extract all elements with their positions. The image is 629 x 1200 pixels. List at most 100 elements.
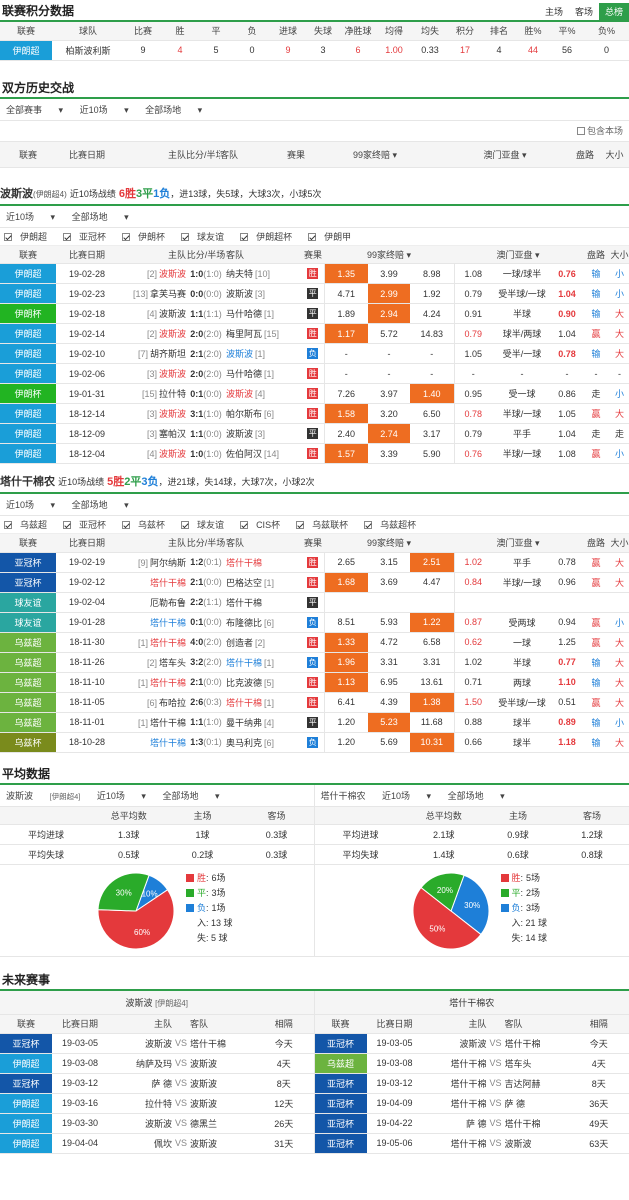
home-name[interactable]: 塔什干棉 bbox=[150, 738, 186, 748]
league-badge[interactable]: 伊朗超 bbox=[0, 343, 56, 364]
score[interactable]: 1:1(1:1) bbox=[186, 303, 226, 324]
away-team[interactable]: 马什哈德 [1] bbox=[226, 363, 302, 384]
score[interactable]: 3:2(2:0) bbox=[186, 652, 226, 673]
asia-away[interactable]: - bbox=[552, 363, 583, 384]
home-team[interactable]: 波斯波 bbox=[422, 1033, 487, 1054]
away-name[interactable]: 波斯波 bbox=[226, 389, 253, 399]
league-badge[interactable]: 乌兹超 bbox=[314, 1053, 367, 1074]
odds-value[interactable]: 6.41 bbox=[323, 692, 368, 713]
odds-value[interactable]: 11.68 bbox=[410, 712, 455, 733]
league-badge[interactable]: 伊朗超 bbox=[0, 263, 56, 284]
odds-value[interactable]: - bbox=[368, 363, 410, 384]
odds-value[interactable]: 6.58 bbox=[410, 632, 455, 653]
team1-odds-header[interactable]: 99家终赔 ▾ bbox=[324, 245, 455, 264]
home-team[interactable]: [13] 拿芙马赛 bbox=[118, 283, 186, 304]
score[interactable]: 0:1(0:0) bbox=[186, 383, 226, 404]
checkbox-mark[interactable] bbox=[181, 521, 190, 529]
odds-value[interactable]: 1.40 bbox=[410, 383, 455, 404]
odds-value[interactable]: 4.71 bbox=[323, 283, 368, 304]
odds-value[interactable]: 8.98 bbox=[410, 263, 455, 284]
asia-away[interactable]: 0.77 bbox=[552, 652, 583, 673]
league-badge[interactable]: 乌兹超 bbox=[0, 652, 56, 673]
odds-value[interactable]: 4.24 bbox=[410, 303, 455, 324]
asia-home[interactable]: 0.71 bbox=[453, 672, 493, 693]
odds-value[interactable]: 1.22 bbox=[410, 612, 455, 633]
odds-value[interactable]: 5.23 bbox=[368, 712, 410, 733]
asia-header[interactable]: 澳门亚盘 ▾ bbox=[440, 141, 570, 168]
asia-line[interactable] bbox=[492, 592, 553, 613]
home-team[interactable]: 塔什干棉 bbox=[422, 1053, 487, 1074]
asia-line[interactable]: 受半球/一球 bbox=[492, 283, 553, 304]
away-team[interactable]: 德黑兰 bbox=[190, 1113, 254, 1134]
home-team[interactable]: 萨 德 bbox=[108, 1073, 172, 1094]
asia-away[interactable]: 0.51 bbox=[552, 692, 583, 713]
score[interactable]: 1:2(0:1) bbox=[186, 552, 226, 573]
home-name[interactable]: 拉什特 bbox=[159, 389, 186, 399]
league-filter-checkbox[interactable]: 伊朗杯 bbox=[122, 232, 173, 242]
asia-line[interactable]: 受半/一球 bbox=[492, 343, 553, 364]
odds-value[interactable]: 1.20 bbox=[323, 732, 368, 753]
league-badge[interactable]: 亚冠杯 bbox=[0, 1073, 52, 1094]
score[interactable]: 4:0(2:0) bbox=[186, 632, 226, 653]
league-badge[interactable]: 亚冠杯 bbox=[314, 1073, 367, 1094]
odds-value[interactable]: 1.89 bbox=[323, 303, 368, 324]
home-team[interactable]: [1] 塔什干棉 bbox=[118, 632, 186, 653]
home-team[interactable]: 波斯波 bbox=[108, 1113, 172, 1134]
away-team[interactable]: 塔什干棉 [1] bbox=[226, 692, 302, 713]
asia-line[interactable]: 半球 bbox=[492, 652, 553, 673]
league-badge[interactable]: 伊朗超 bbox=[0, 283, 56, 304]
include-current-checkbox[interactable] bbox=[576, 126, 585, 135]
away-name[interactable]: 塔什干棉 bbox=[226, 558, 262, 568]
away-name[interactable]: 塔什干棉 bbox=[226, 698, 262, 708]
score[interactable]: 0:1(0:0) bbox=[186, 612, 226, 633]
team1-filter-count[interactable]: 近10场 ▾ bbox=[6, 212, 55, 222]
home-team[interactable]: [4] 波斯波 bbox=[118, 443, 186, 464]
asia-away[interactable]: 1.04 bbox=[552, 283, 583, 304]
league-badge[interactable]: 伊朗超 bbox=[0, 363, 56, 384]
team-name[interactable]: 柏斯波利斯 bbox=[52, 40, 124, 61]
home-team[interactable]: 厄勒布鲁 bbox=[118, 592, 186, 613]
checkbox-mark[interactable] bbox=[181, 232, 190, 241]
asia-away[interactable]: 1.04 bbox=[552, 323, 583, 344]
league-badge[interactable]: 伊朗超 bbox=[0, 323, 56, 344]
league-filter-checkbox[interactable]: 伊朗超杯 bbox=[240, 232, 300, 242]
asia-line[interactable]: 半球/一球 bbox=[492, 572, 553, 593]
checkbox-mark[interactable] bbox=[4, 232, 12, 241]
home-name[interactable]: 厄勒布鲁 bbox=[150, 598, 186, 608]
asia-away[interactable]: 0.78 bbox=[552, 343, 583, 364]
asia-away[interactable]: 0.89 bbox=[552, 712, 583, 733]
odds-value[interactable]: 1.20 bbox=[323, 712, 368, 733]
league-filter-checkbox[interactable]: 乌兹超 bbox=[4, 520, 55, 530]
away-team[interactable]: 塔什干棉 bbox=[226, 592, 302, 613]
asia-home[interactable]: 0.62 bbox=[453, 632, 493, 653]
home-name[interactable]: 布哈拉 bbox=[159, 698, 186, 708]
odds-value[interactable]: - bbox=[410, 343, 455, 364]
home-team[interactable]: [2] 波斯波 bbox=[118, 323, 186, 344]
home-name[interactable]: 拿芙马赛 bbox=[150, 289, 186, 299]
home-name[interactable]: 波斯波 bbox=[159, 369, 186, 379]
odds-value[interactable]: - bbox=[368, 343, 410, 364]
home-name[interactable]: 塔什干棉 bbox=[150, 578, 186, 588]
avg-right-venue[interactable]: 全部场地 ▾ bbox=[448, 791, 505, 801]
odds-value[interactable]: 6.95 bbox=[368, 672, 410, 693]
score[interactable]: 2:1(2:0) bbox=[186, 343, 226, 364]
league-filter-checkbox[interactable]: 伊朗超 bbox=[4, 232, 55, 242]
checkbox-mark[interactable] bbox=[240, 521, 249, 529]
home-name[interactable]: 阿尔纳斯 bbox=[150, 558, 186, 568]
away-team[interactable]: 波斯波 bbox=[190, 1053, 254, 1074]
home-team[interactable]: 佩坎 bbox=[108, 1133, 172, 1154]
home-name[interactable]: 塔什干棉 bbox=[150, 718, 186, 728]
home-team[interactable]: [3] 波斯波 bbox=[118, 363, 186, 384]
home-team[interactable]: 塔什干棉 bbox=[422, 1093, 487, 1114]
away-team[interactable]: 吉达阿赫 bbox=[504, 1073, 569, 1094]
odds-value[interactable]: 1.17 bbox=[323, 323, 368, 344]
home-team[interactable]: [1] 塔什干棉 bbox=[118, 712, 186, 733]
home-name[interactable]: 波斯波 bbox=[159, 449, 186, 459]
away-name[interactable]: 巴格达空 bbox=[226, 578, 262, 588]
checkbox-mark[interactable] bbox=[240, 232, 249, 241]
asia-home[interactable]: 0.78 bbox=[453, 403, 493, 424]
league-badge[interactable]: 伊朗超 bbox=[0, 443, 56, 464]
home-name[interactable]: 波斯波 bbox=[159, 329, 186, 339]
home-team[interactable]: [3] 波斯波 bbox=[118, 403, 186, 424]
away-team[interactable]: 佐伯阿汉 [14] bbox=[226, 443, 302, 464]
